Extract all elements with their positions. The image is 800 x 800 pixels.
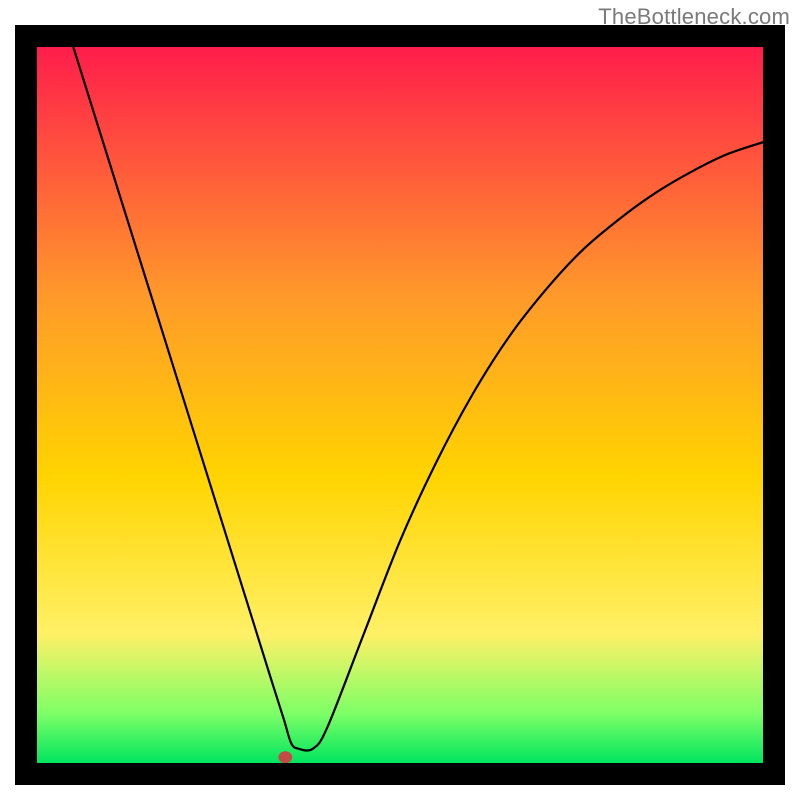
plot-background bbox=[37, 47, 763, 763]
optimum-marker bbox=[278, 751, 292, 763]
bottleneck-chart bbox=[0, 0, 800, 800]
watermark-text: TheBottleneck.com bbox=[598, 4, 790, 30]
chart-stage: TheBottleneck.com bbox=[0, 0, 800, 800]
